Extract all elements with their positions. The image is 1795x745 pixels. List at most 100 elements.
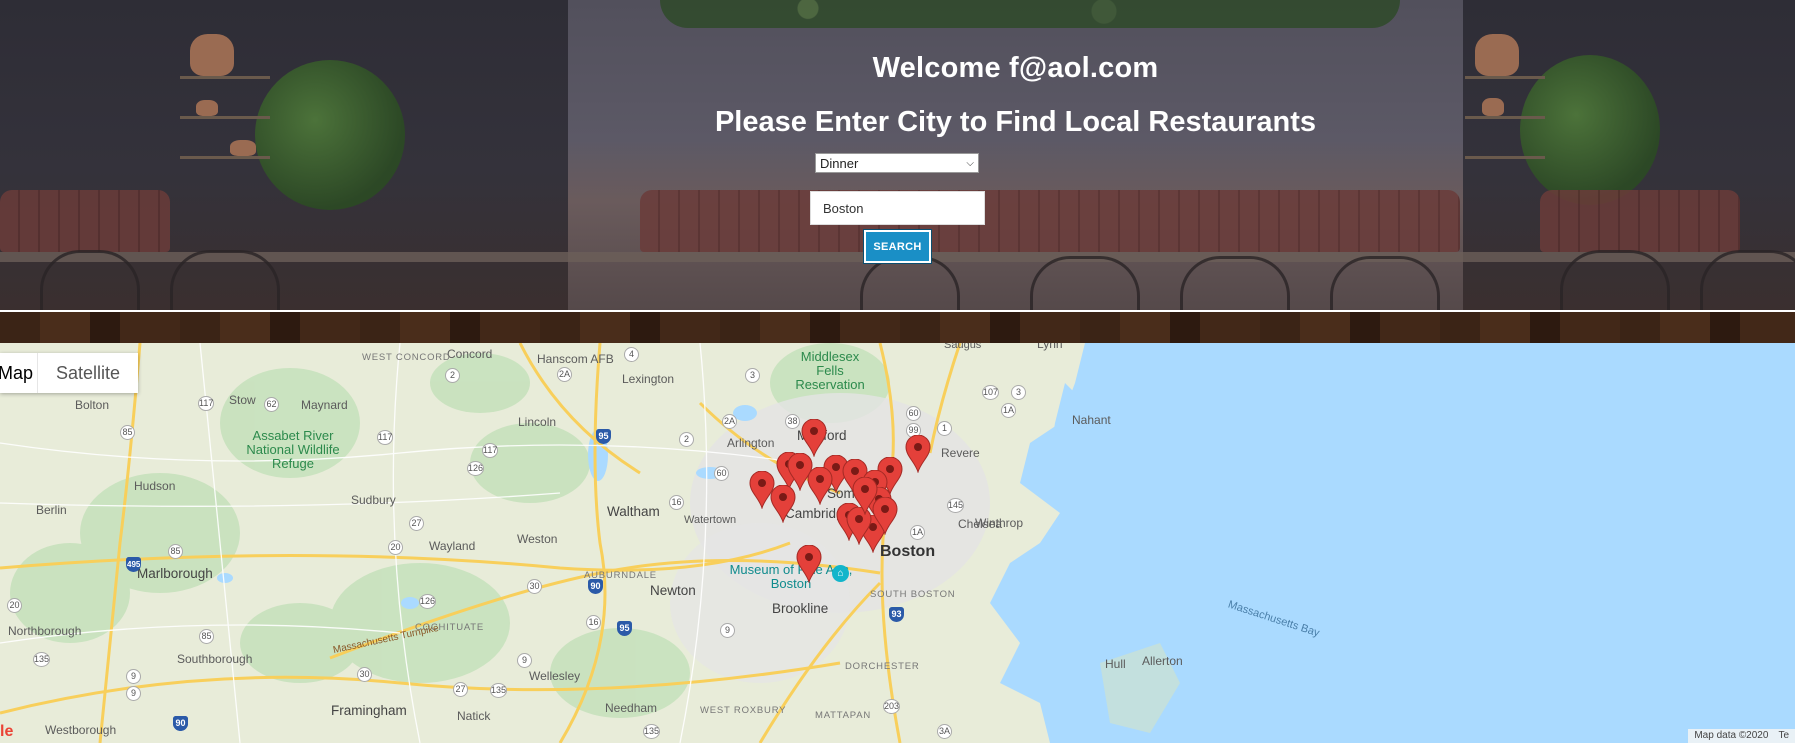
route-shield: 85 [168, 544, 183, 559]
route-shield: 3 [745, 368, 760, 383]
shelf [180, 76, 270, 79]
map-label: Northborough [8, 624, 82, 638]
greenery-decoration [660, 0, 1400, 28]
route-shield: 9 [126, 686, 141, 701]
map-pin-icon[interactable] [905, 435, 931, 473]
route-shield: 126 [467, 461, 485, 476]
map-label: DORCHESTER [845, 661, 920, 672]
route-shield: 85 [199, 629, 214, 644]
map-label: MATTAPAN [815, 710, 872, 721]
route-shield: 85 [120, 425, 135, 440]
chair [1560, 250, 1670, 310]
route-shield: 126 [419, 594, 437, 609]
map-label: Allerton [1142, 654, 1183, 668]
route-shield: 60 [906, 406, 921, 421]
chair [1700, 250, 1795, 310]
plant-decoration [255, 60, 405, 210]
map-label: Hull [1105, 657, 1126, 671]
page-title: Please Enter City to Find Local Restaura… [714, 106, 1317, 138]
map-label: WEST ROXBURY [700, 705, 787, 716]
map-label: Saugus [944, 343, 982, 351]
shelf [180, 116, 270, 119]
map-pin-icon[interactable] [770, 485, 796, 523]
route-shield: 2 [679, 432, 694, 447]
sofa [0, 190, 170, 252]
route-shield: 1A [1001, 403, 1016, 418]
chair [1180, 256, 1290, 310]
route-shield: 93 [889, 607, 904, 622]
route-shield: 60 [714, 466, 729, 481]
museum-icon[interactable]: ⌂ [832, 565, 849, 582]
map-label: Maynard [301, 398, 348, 412]
map-label: Southborough [177, 652, 253, 666]
map-label: Westborough [45, 723, 117, 737]
meal-type-value: Dinner [820, 155, 859, 171]
chair [1030, 256, 1140, 310]
route-shield: 16 [669, 495, 684, 510]
route-shield: 27 [453, 682, 468, 697]
wood-divider [0, 310, 1795, 343]
route-shield: 135 [643, 724, 661, 739]
route-shield: 107 [982, 385, 1000, 400]
map-canvas[interactable]: Map Satellite Concord WEST CONCORD Hansc… [0, 343, 1795, 743]
map-label: Assabet River National Wildlife Refuge [246, 428, 340, 471]
map-pin-icon[interactable] [807, 467, 833, 505]
map-label: Concord [447, 347, 493, 361]
route-shield: 9 [517, 653, 532, 668]
map-label: Waltham [607, 504, 660, 519]
map-label: Brookline [772, 601, 829, 616]
map-pin-icon[interactable] [801, 419, 827, 457]
map-label: Newton [650, 583, 696, 598]
route-shield: 2 [445, 368, 460, 383]
vase [230, 140, 256, 156]
chair [170, 250, 280, 310]
map-label: Boston [880, 543, 936, 560]
map-label: Watertown [684, 514, 737, 526]
map-data-credit[interactable]: Map data ©2020 [1694, 730, 1768, 742]
sofa [1540, 190, 1740, 252]
route-shield: 9 [720, 623, 735, 638]
map-label: Revere [941, 446, 980, 460]
map-label: Framingham [331, 703, 407, 718]
route-shield: 20 [7, 598, 22, 613]
map-label: Sudbury [351, 493, 396, 507]
terms-link[interactable]: Te [1778, 730, 1789, 742]
route-shield: 30 [357, 667, 372, 682]
route-shield: 30 [527, 579, 542, 594]
map-pin-icon[interactable] [872, 497, 898, 535]
route-shield: 3 [1011, 385, 1026, 400]
map-type-control: Map Satellite [0, 353, 139, 393]
shelf [1465, 116, 1545, 119]
chair [1330, 256, 1440, 310]
route-shield: 2A [722, 414, 737, 429]
chair [40, 250, 140, 310]
map-label: Lexington [622, 372, 675, 386]
map-label: Needham [605, 701, 658, 715]
vase [196, 100, 218, 116]
map-label: Wellesley [529, 669, 581, 683]
vase [1475, 34, 1519, 76]
welcome-heading: Welcome f@aol.com [872, 52, 1159, 84]
map-label: Weston [517, 532, 558, 546]
route-shield: 16 [586, 615, 601, 630]
map-tab[interactable]: Map [0, 353, 37, 393]
city-input[interactable]: Boston [810, 191, 985, 225]
vase [190, 34, 234, 76]
map-label: Marlborough [137, 566, 213, 581]
route-shield: 20 [388, 540, 403, 555]
satellite-tab[interactable]: Satellite [37, 353, 138, 393]
hero-banner: Welcome f@aol.com Please Enter City to F… [0, 0, 1795, 310]
vase [1482, 98, 1504, 116]
search-button[interactable]: SEARCH [863, 229, 932, 264]
map-label: Berlin [36, 503, 67, 517]
shelf [180, 156, 270, 159]
shelf [1465, 156, 1545, 159]
map-label: Hanscom AFB [537, 352, 614, 366]
google-logo: le [0, 723, 14, 740]
route-shield: 2A [557, 367, 572, 382]
route-shield: 203 [883, 699, 901, 714]
map-label: SOUTH BOSTON [870, 589, 956, 600]
map-pin-icon[interactable] [796, 545, 822, 583]
meal-type-select[interactable]: Dinner ⌵ [815, 153, 979, 173]
sofa [640, 190, 1460, 252]
